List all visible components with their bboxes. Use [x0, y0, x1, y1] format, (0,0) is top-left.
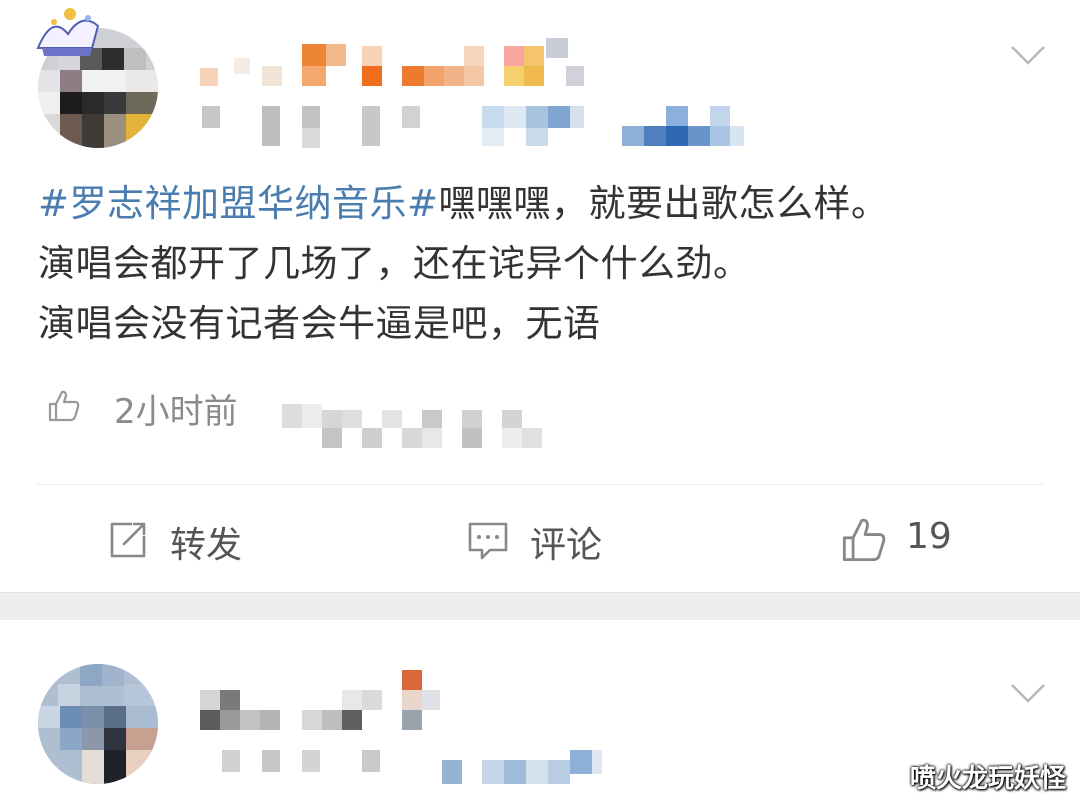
watermark: 喷火龙玩妖怪 [909, 764, 1066, 794]
post-text-line-3: 演唱会没有记者会牛逼是吧，无语 [38, 302, 601, 345]
avatar[interactable] [38, 664, 158, 784]
post-text-line-1: #罗志祥加盟华纳音乐#嘿嘿嘿，就要出歌怎么样。 [38, 174, 1048, 234]
hashtag-link[interactable]: #罗志祥加盟华纳音乐# [38, 182, 439, 225]
post-text-line-2: 演唱会都开了几场了，还在诧异个什么劲。 [38, 242, 751, 285]
comment-label: 评论 [530, 525, 603, 566]
repost-label: 转发 [170, 525, 243, 566]
thumbs-up-icon [842, 518, 886, 562]
chevron-down-icon[interactable] [1010, 44, 1046, 66]
chevron-down-icon[interactable] [1010, 682, 1046, 704]
feed-separator [0, 592, 1080, 620]
post-text: #罗志祥加盟华纳音乐#嘿嘿嘿，就要出歌怎么样。 演唱会都开了几场了，还在诧异个什… [38, 174, 1048, 354]
comment-icon [468, 522, 508, 560]
comment-button[interactable]: 评论 [466, 514, 626, 566]
crown-icon [36, 8, 100, 56]
repost-button[interactable]: 转发 [106, 514, 266, 566]
repost-icon [110, 522, 146, 558]
divider [36, 484, 1044, 485]
post-text-segment: 嘿嘿嘿，就要出歌怎么样。 [438, 182, 889, 225]
post-time: 2小时前 [114, 392, 238, 432]
like-count: 19 [906, 516, 952, 557]
post-card: #罗志祥加盟华纳音乐#嘿嘿嘿，就要出歌怎么样。 演唱会都开了几场了，还在诧异个什… [0, 0, 1080, 592]
like-button[interactable]: 19 [840, 514, 980, 566]
thumbs-up-icon[interactable] [44, 386, 84, 426]
